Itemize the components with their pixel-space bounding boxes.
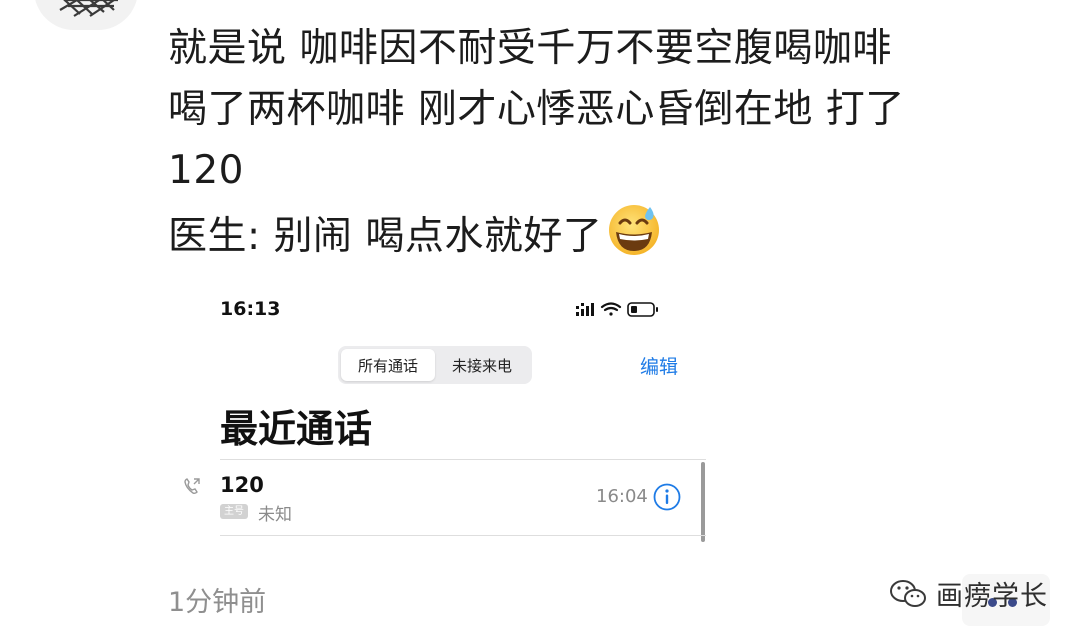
grinning-sweat-emoji-icon — [609, 205, 660, 255]
signal-icon — [576, 303, 594, 316]
divider — [220, 535, 706, 536]
call-time: 16:04 — [596, 486, 648, 507]
page-title: 最近通话 — [220, 407, 373, 451]
wifi-icon — [600, 302, 622, 316]
call-filter-segmented-control: 所有通话 未接来电 — [338, 346, 532, 384]
status-icons — [576, 302, 658, 317]
embedded-call-log-screenshot[interactable]: 16:13 所有通话 未接来电 编辑 最近通话 120 主号 未知 16:04 — [184, 270, 736, 560]
call-number[interactable]: 120 — [220, 473, 264, 497]
watermark: 画痨学长 — [888, 574, 1048, 613]
post-timestamp: 1分钟前 — [168, 587, 267, 618]
wechat-icon — [890, 579, 926, 607]
post-line: 就是说 咖啡因不耐受千万不要空腹喝咖啡 — [168, 26, 892, 71]
post-line-with-emoji: 医生: 别闹 喝点水就好了 — [168, 201, 1048, 267]
avatar[interactable] — [34, 0, 138, 30]
info-icon[interactable] — [652, 482, 682, 512]
watermark-text: 画痨学长 — [936, 581, 1048, 612]
post-line: 喝了两杯咖啡 刚才心悸恶心昏倒在地 打了 — [168, 87, 905, 132]
sim-badge: 主号 — [220, 504, 248, 519]
call-label: 未知 — [258, 505, 292, 525]
post-line: 120 — [168, 148, 244, 193]
post-page: 就是说 咖啡因不耐受千万不要空腹喝咖啡 喝了两杯咖啡 刚才心悸恶心昏倒在地 打了… — [0, 0, 1080, 639]
edit-button[interactable]: 编辑 — [640, 352, 678, 379]
segment-all-calls[interactable]: 所有通话 — [341, 349, 435, 381]
post-line: 医生: 别闹 喝点水就好了 — [168, 214, 603, 259]
divider — [220, 459, 706, 460]
scrollbar[interactable] — [701, 462, 705, 542]
battery-icon — [627, 302, 658, 317]
segment-missed-calls[interactable]: 未接来电 — [435, 349, 529, 381]
status-bar-time: 16:13 — [220, 298, 281, 320]
outgoing-call-icon — [184, 478, 200, 495]
avatar-image — [59, 0, 118, 17]
post-body: 就是说 咖啡因不耐受千万不要空腹喝咖啡 喝了两杯咖啡 刚才心悸恶心昏倒在地 打了… — [168, 18, 1048, 267]
